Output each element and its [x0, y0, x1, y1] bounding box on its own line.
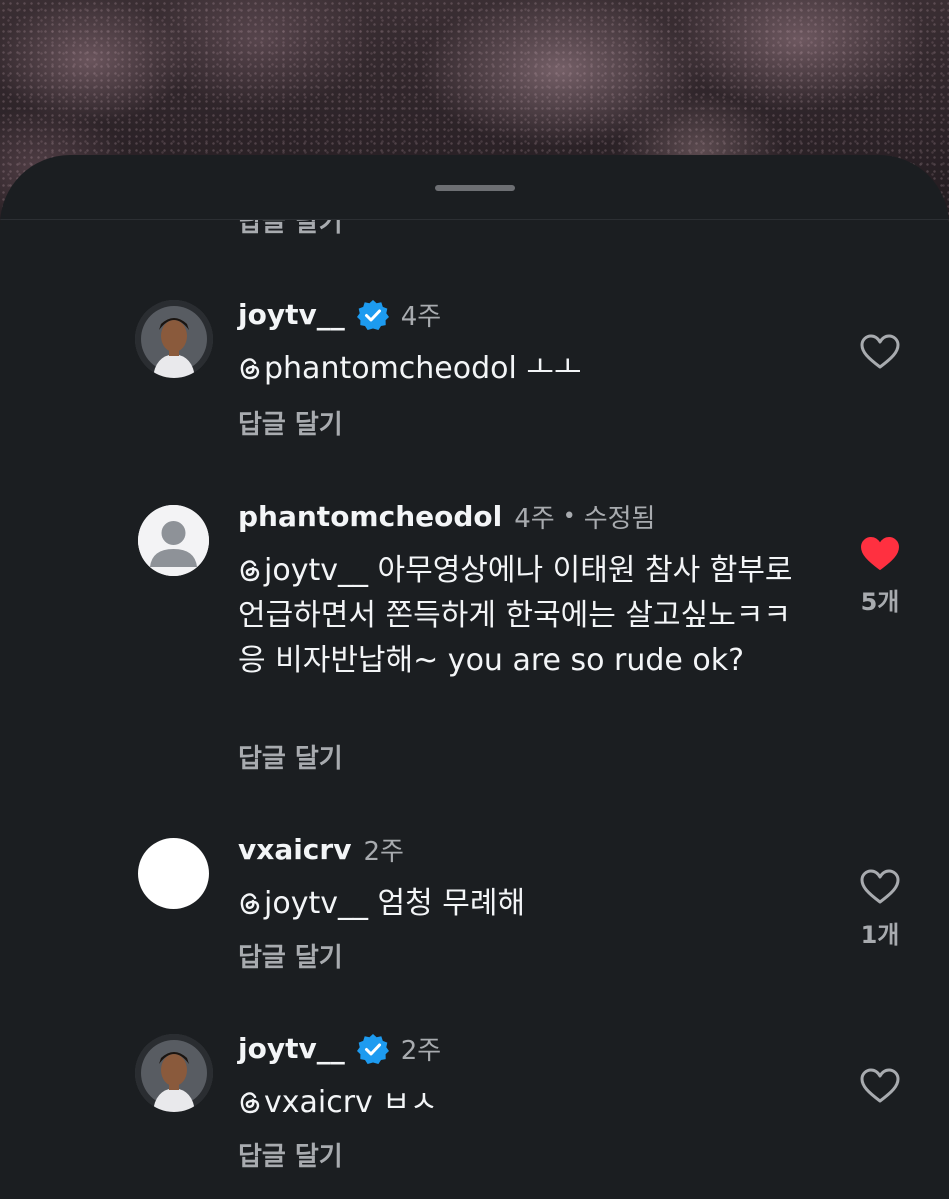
comment-body: phantomcheodol ㅗㅗ — [238, 346, 818, 391]
comment-body: joytv__ 엄청 무례해 — [238, 881, 818, 926]
comments-list[interactable]: 답글 달기 joytv__ 4주 phantomcheodol ㅗㅗ 답글 달기… — [0, 220, 949, 1199]
avatar[interactable] — [138, 505, 209, 576]
comments-sheet: 답글 달기 joytv__ 4주 phantomcheodol ㅗㅗ 답글 달기… — [0, 155, 949, 1199]
comment-header: vxaicrv 2주 — [238, 831, 404, 868]
comment-body: vxaicrv ㅂㅅ — [238, 1080, 818, 1125]
like-button[interactable] — [858, 334, 902, 370]
heart-outline-icon — [860, 869, 900, 904]
comment-header: joytv__ 2주 — [238, 1030, 441, 1067]
profile-photo-icon — [135, 300, 213, 378]
threads-icon — [240, 358, 260, 380]
verified-badge-icon — [356, 1033, 389, 1064]
comment-text: 엄청 무례해 — [367, 886, 526, 921]
edited-label: 수정됨 — [583, 504, 656, 534]
threads-icon — [240, 1092, 260, 1114]
default-avatar-icon — [138, 505, 209, 576]
like-count: 1개 — [860, 921, 900, 949]
comment-text: ㅂㅅ — [372, 1085, 438, 1120]
like-count: 5개 — [860, 588, 900, 616]
mention-link[interactable]: phantomcheodol — [238, 351, 517, 386]
reply-button[interactable]: 답글 달기 — [238, 738, 343, 775]
mention-link[interactable]: vxaicrv — [238, 1085, 373, 1120]
heart-filled-icon — [861, 537, 899, 570]
avatar[interactable] — [138, 838, 209, 909]
comment-body: joytv__ 아무영상에나 이태원 참사 함부로 언급하면서 쫀득하게 한국에… — [238, 548, 818, 683]
like-button[interactable]: 5개 — [858, 536, 902, 617]
separator-dot: • — [562, 504, 576, 529]
comment-time: 2주 — [400, 1036, 442, 1066]
comment-time: 4주 — [400, 302, 442, 332]
heart-outline-icon — [860, 1068, 900, 1103]
mention-text: joytv__ — [264, 553, 368, 588]
comment-header: phantomcheodol 4주 • 수정됨 — [238, 498, 655, 535]
comment-text: ㅗㅗ — [516, 351, 582, 386]
like-button[interactable]: 1개 — [858, 869, 902, 950]
threads-icon — [240, 560, 260, 582]
mention-text: phantomcheodol — [264, 351, 517, 386]
threads-icon — [240, 893, 260, 915]
comment-username[interactable]: joytv__ — [238, 298, 345, 331]
comment-username[interactable]: vxaicrv — [238, 833, 351, 866]
reply-button[interactable]: 답글 달기 — [238, 404, 343, 441]
comment-username[interactable]: joytv__ — [238, 1032, 345, 1065]
heart-outline-icon — [860, 334, 900, 369]
avatar[interactable] — [135, 1034, 213, 1112]
like-button[interactable] — [858, 1068, 902, 1104]
mention-text: vxaicrv — [264, 1085, 373, 1120]
mention-link[interactable]: joytv__ — [238, 553, 368, 588]
reply-button[interactable]: 답글 달기 — [238, 1136, 343, 1173]
comment-header: joytv__ 4주 — [238, 296, 441, 333]
profile-photo-icon — [135, 1034, 213, 1112]
sheet-drag-handle[interactable] — [435, 185, 515, 191]
verified-badge-icon — [356, 299, 389, 330]
comment-time: 2주 — [363, 837, 404, 867]
mention-link[interactable]: joytv__ — [238, 886, 368, 921]
comment-username[interactable]: phantomcheodol — [238, 500, 502, 533]
mention-text: joytv__ — [264, 886, 368, 921]
reply-button[interactable]: 답글 달기 — [238, 937, 343, 974]
comment-time: 4주 — [514, 504, 555, 534]
reply-button[interactable]: 답글 달기 — [238, 220, 343, 239]
avatar[interactable] — [135, 300, 213, 378]
